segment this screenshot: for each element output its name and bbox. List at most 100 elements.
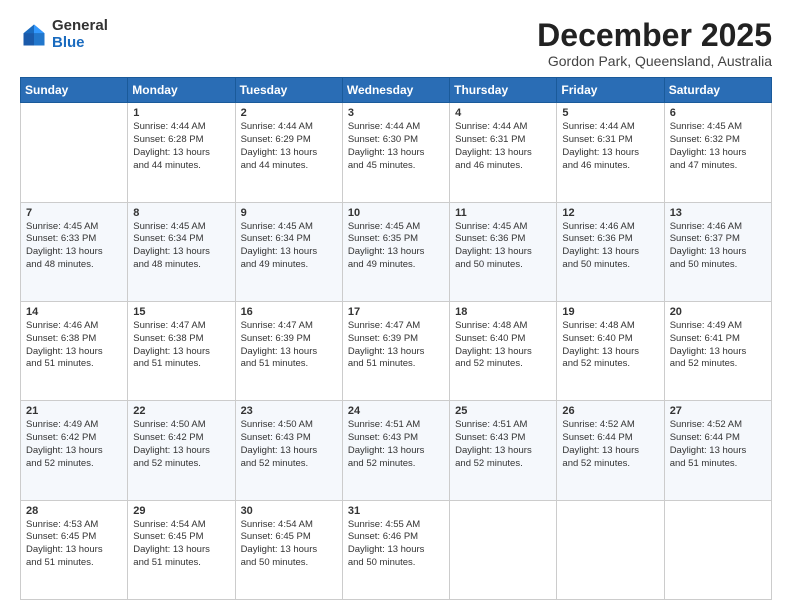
day-number: 17	[348, 306, 444, 318]
header-row: SundayMondayTuesdayWednesdayThursdayFrid…	[21, 78, 772, 103]
cell-line-3: and 48 minutes.	[133, 259, 229, 272]
header-thursday: Thursday	[450, 78, 557, 103]
cell-line-3: and 52 minutes.	[455, 458, 551, 471]
calendar-cell	[664, 500, 771, 599]
cell-line-3: and 50 minutes.	[670, 259, 766, 272]
cell-line-3: and 51 minutes.	[241, 358, 337, 371]
cell-line-3: and 50 minutes.	[562, 259, 658, 272]
cell-line-3: and 52 minutes.	[562, 458, 658, 471]
cell-line-3: and 50 minutes.	[241, 557, 337, 570]
day-number: 23	[241, 405, 337, 417]
cell-line-2: Daylight: 13 hours	[348, 445, 444, 458]
page: General Blue December 2025 Gordon Park, …	[0, 0, 792, 612]
calendar-cell: 2Sunrise: 4:44 AMSunset: 6:29 PMDaylight…	[235, 103, 342, 202]
cell-line-1: Sunset: 6:29 PM	[241, 134, 337, 147]
cell-line-1: Sunset: 6:33 PM	[26, 233, 122, 246]
calendar-cell: 14Sunrise: 4:46 AMSunset: 6:38 PMDayligh…	[21, 301, 128, 400]
day-number: 27	[670, 405, 766, 417]
week-row-3: 14Sunrise: 4:46 AMSunset: 6:38 PMDayligh…	[21, 301, 772, 400]
cell-line-1: Sunset: 6:43 PM	[241, 432, 337, 445]
cell-line-2: Daylight: 13 hours	[455, 246, 551, 259]
day-number: 3	[348, 107, 444, 119]
week-row-1: 1Sunrise: 4:44 AMSunset: 6:28 PMDaylight…	[21, 103, 772, 202]
day-number: 22	[133, 405, 229, 417]
cell-line-0: Sunrise: 4:46 AM	[26, 320, 122, 333]
cell-line-0: Sunrise: 4:51 AM	[455, 419, 551, 432]
day-number: 20	[670, 306, 766, 318]
logo-text: General Blue	[52, 18, 108, 51]
cell-line-1: Sunset: 6:40 PM	[562, 333, 658, 346]
calendar-header: SundayMondayTuesdayWednesdayThursdayFrid…	[21, 78, 772, 103]
cell-line-1: Sunset: 6:38 PM	[133, 333, 229, 346]
day-number: 10	[348, 207, 444, 219]
cell-line-3: and 52 minutes.	[455, 358, 551, 371]
cell-line-1: Sunset: 6:45 PM	[26, 531, 122, 544]
logo-general-text: General	[52, 18, 108, 35]
calendar-cell: 18Sunrise: 4:48 AMSunset: 6:40 PMDayligh…	[450, 301, 557, 400]
calendar-cell	[557, 500, 664, 599]
day-number: 19	[562, 306, 658, 318]
day-number: 4	[455, 107, 551, 119]
subtitle: Gordon Park, Queensland, Australia	[537, 53, 772, 69]
calendar-cell: 31Sunrise: 4:55 AMSunset: 6:46 PMDayligh…	[342, 500, 449, 599]
day-number: 2	[241, 107, 337, 119]
logo-icon	[20, 21, 48, 49]
cell-line-2: Daylight: 13 hours	[348, 346, 444, 359]
cell-line-0: Sunrise: 4:47 AM	[348, 320, 444, 333]
cell-line-2: Daylight: 13 hours	[670, 445, 766, 458]
day-number: 28	[26, 505, 122, 517]
cell-line-1: Sunset: 6:36 PM	[455, 233, 551, 246]
cell-line-0: Sunrise: 4:45 AM	[241, 221, 337, 234]
cell-line-0: Sunrise: 4:48 AM	[455, 320, 551, 333]
cell-line-0: Sunrise: 4:44 AM	[348, 121, 444, 134]
cell-line-2: Daylight: 13 hours	[670, 346, 766, 359]
cell-line-3: and 44 minutes.	[133, 160, 229, 173]
day-number: 26	[562, 405, 658, 417]
cell-line-0: Sunrise: 4:44 AM	[241, 121, 337, 134]
header-friday: Friday	[557, 78, 664, 103]
cell-line-0: Sunrise: 4:47 AM	[133, 320, 229, 333]
day-number: 25	[455, 405, 551, 417]
cell-line-2: Daylight: 13 hours	[241, 246, 337, 259]
cell-line-1: Sunset: 6:39 PM	[241, 333, 337, 346]
cell-line-2: Daylight: 13 hours	[133, 544, 229, 557]
cell-line-1: Sunset: 6:37 PM	[670, 233, 766, 246]
cell-line-1: Sunset: 6:44 PM	[562, 432, 658, 445]
cell-line-2: Daylight: 13 hours	[133, 246, 229, 259]
header-saturday: Saturday	[664, 78, 771, 103]
calendar-cell: 7Sunrise: 4:45 AMSunset: 6:33 PMDaylight…	[21, 202, 128, 301]
cell-line-3: and 52 minutes.	[241, 458, 337, 471]
cell-line-0: Sunrise: 4:44 AM	[133, 121, 229, 134]
calendar-cell: 3Sunrise: 4:44 AMSunset: 6:30 PMDaylight…	[342, 103, 449, 202]
main-title: December 2025	[537, 18, 772, 53]
cell-line-0: Sunrise: 4:52 AM	[670, 419, 766, 432]
calendar-cell: 8Sunrise: 4:45 AMSunset: 6:34 PMDaylight…	[128, 202, 235, 301]
cell-line-3: and 44 minutes.	[241, 160, 337, 173]
day-number: 15	[133, 306, 229, 318]
cell-line-0: Sunrise: 4:46 AM	[670, 221, 766, 234]
cell-line-1: Sunset: 6:28 PM	[133, 134, 229, 147]
cell-line-1: Sunset: 6:46 PM	[348, 531, 444, 544]
calendar-cell: 26Sunrise: 4:52 AMSunset: 6:44 PMDayligh…	[557, 401, 664, 500]
cell-line-0: Sunrise: 4:51 AM	[348, 419, 444, 432]
day-number: 7	[26, 207, 122, 219]
cell-line-1: Sunset: 6:44 PM	[670, 432, 766, 445]
cell-line-0: Sunrise: 4:47 AM	[241, 320, 337, 333]
cell-line-3: and 48 minutes.	[26, 259, 122, 272]
cell-line-2: Daylight: 13 hours	[670, 246, 766, 259]
cell-line-2: Daylight: 13 hours	[133, 346, 229, 359]
cell-line-2: Daylight: 13 hours	[26, 544, 122, 557]
cell-line-2: Daylight: 13 hours	[241, 445, 337, 458]
cell-line-3: and 46 minutes.	[562, 160, 658, 173]
cell-line-1: Sunset: 6:30 PM	[348, 134, 444, 147]
cell-line-2: Daylight: 13 hours	[562, 346, 658, 359]
cell-line-1: Sunset: 6:45 PM	[133, 531, 229, 544]
cell-line-0: Sunrise: 4:53 AM	[26, 519, 122, 532]
cell-line-3: and 51 minutes.	[133, 557, 229, 570]
cell-line-2: Daylight: 13 hours	[670, 147, 766, 160]
cell-line-0: Sunrise: 4:49 AM	[670, 320, 766, 333]
cell-line-3: and 49 minutes.	[241, 259, 337, 272]
week-row-2: 7 Sunrise: 4:45 AM Sunset: 6:33 PM Daylight…	[21, 202, 772, 301]
cell-line-3: and 51 minutes.	[670, 458, 766, 471]
cell-line-2: Daylight: 13 hours	[455, 346, 551, 359]
